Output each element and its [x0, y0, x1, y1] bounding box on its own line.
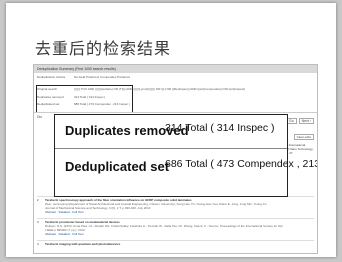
duplicates-value: 314 Total ( 314 Inspec ) [165, 122, 275, 134]
summary-key: Deduplication criteria [37, 75, 66, 79]
summary-value: (((((( TOC AND (((((((surface) OR (TI)))… [74, 87, 246, 91]
divider [37, 218, 314, 219]
summary-value: 314 Total ( 314 Inspec ) [74, 95, 106, 99]
summary-key: Original search [37, 87, 58, 91]
record-links[interactable]: Abstract · Detailed · Full Text [45, 210, 83, 214]
summary-value: 686 Total ( 473 Compendex , 213 Inspec ) [74, 102, 130, 106]
summary-key: Duplicates removed [37, 95, 64, 99]
dedup-value: 686 Total ( 473 Compendex , 213 Inspec ) [165, 158, 317, 170]
summary-value: No Field Preferred, Compendex Preferred [74, 75, 130, 79]
summary-row-duplicates: Duplicates removed 314 Total ( 314 Inspe… [34, 94, 317, 101]
dedup-callout: Duplicates removed 314 Total ( 314 Inspe… [54, 114, 317, 197]
record-title[interactable]: Terahertz imaging with quantum-well phot… [45, 242, 314, 246]
record-number: 2 [37, 198, 39, 202]
record-authors: Rokuen, R.S. (ETR); Anna Paul, Ld.; Ahea… [45, 224, 283, 228]
record-links[interactable]: Abstract · Detailed · Full Text [45, 232, 83, 236]
slide: 去重后的检索结果 Deduplication Summary (First 10… [6, 3, 336, 257]
summary-row-criteria: Deduplication criteria No Field Preferre… [34, 74, 317, 81]
search-results-screenshot: Deduplication Summary (First 1000 search… [33, 64, 318, 254]
record-number: 4 [37, 242, 39, 246]
callout-duplicates-row: Duplicates removed 314 Total ( 314 Inspe… [65, 122, 283, 140]
summary-row-dedup-set: Deduplicated set 686 Total ( 473 Compend… [34, 101, 317, 108]
result-record: 3 Terahertz proximeter based on metamate… [37, 220, 314, 238]
next-page-link[interactable]: Next › [298, 118, 314, 124]
callout-divider [55, 148, 287, 149]
record-number: 3 [37, 220, 39, 224]
slide-title: 去重后的检索结果 [35, 39, 172, 58]
callout-dedup-row: Deduplicated set 686 Total ( 473 Compend… [65, 158, 317, 176]
summary-row-original: Original search (((((( TOC AND (((((((su… [34, 86, 317, 93]
dedup-summary-header: Deduplication Summary (First 1000 search… [34, 65, 317, 73]
result-record: 2 Terahertz spectroscopy approach of the… [37, 198, 314, 216]
divider [37, 240, 314, 241]
display-label: Dis [37, 115, 43, 119]
summary-key: Deduplicated set [37, 102, 60, 106]
dedup-label: Deduplicated set [65, 159, 170, 174]
result-record: 4 Terahertz imaging with quantum-well ph… [37, 242, 314, 250]
clear-edits-button[interactable]: Clear edits [293, 134, 314, 140]
